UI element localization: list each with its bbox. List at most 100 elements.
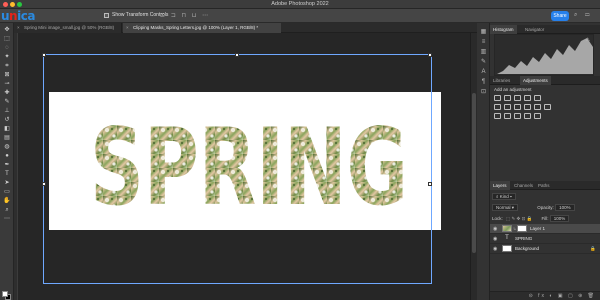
transform-handle-top-left[interactable]: [42, 53, 46, 57]
channel-mixer-icon[interactable]: [534, 104, 541, 110]
fill-field[interactable]: 100%: [549, 215, 570, 222]
tab-histogram[interactable]: Histogram: [490, 25, 517, 34]
tab-spring-mini[interactable]: × Spring Mini image_small.jpg @ 50% (RGB…: [14, 23, 122, 33]
transform-handle-right[interactable]: [428, 182, 432, 186]
color-balance-icon[interactable]: [504, 104, 511, 110]
right-panels: Histogram Navigator ⚠ Libraries Adjustme…: [490, 23, 600, 300]
paragraph-panel-icon[interactable]: ¶: [480, 79, 487, 86]
eyedropper-tool-icon[interactable]: ⊸: [3, 81, 11, 88]
healing-brush-tool-icon[interactable]: ✚: [3, 90, 11, 97]
blur-tool-icon[interactable]: ◍: [3, 144, 11, 151]
brand-logo: unica: [1, 9, 35, 23]
move-tool-icon[interactable]: ✥: [3, 27, 11, 34]
fill-value: 100%: [553, 216, 566, 221]
path-selection-tool-icon[interactable]: ➤: [3, 180, 11, 187]
lock-icons[interactable]: ⬚ ✎ ✥ ⊡ 🔒: [506, 216, 532, 221]
selective-color-icon[interactable]: [534, 113, 541, 119]
character-panel-icon[interactable]: A: [480, 69, 487, 76]
zoom-tool-icon[interactable]: ⌕: [3, 207, 11, 214]
vibrance-icon[interactable]: [534, 95, 541, 101]
visibility-eye-icon[interactable]: ◉: [493, 226, 497, 232]
tab-paths[interactable]: Paths: [535, 181, 553, 190]
share-button[interactable]: Share: [551, 11, 569, 21]
tab-clipping-masks[interactable]: × Clipping Masks_Spring Letters.jpg @ 10…: [123, 23, 281, 33]
swatches-panel-icon[interactable]: ▥: [480, 49, 487, 56]
invert-icon[interactable]: [494, 113, 501, 119]
lock-label: Lock:: [492, 216, 503, 221]
document-tabs: × Spring Mini image_small.jpg @ 50% (RGB…: [14, 23, 486, 33]
close-tab-icon[interactable]: ×: [126, 23, 129, 33]
history-brush-tool-icon[interactable]: ↺: [3, 117, 11, 124]
layers-lock-row: Lock: ⬚ ✎ ✥ ⊡ 🔒 Fill: 100%: [492, 215, 570, 222]
history-panel-icon[interactable]: ▦: [480, 29, 487, 36]
histogram-panel-tabs: Histogram Navigator: [490, 25, 600, 34]
dodge-tool-icon[interactable]: ●: [3, 153, 11, 160]
transform-bounding-box[interactable]: [42, 53, 432, 284]
search-icon[interactable]: ⌕ ▭: [574, 12, 593, 19]
layer-name: SPRING: [515, 236, 533, 241]
rectangle-tool-icon[interactable]: ▭: [3, 189, 11, 196]
blend-mode-select[interactable]: Normal ▾: [492, 204, 519, 211]
brightness-contrast-icon[interactable]: [494, 95, 501, 101]
curves-icon[interactable]: [514, 95, 521, 101]
text-layer-thumbnail: T: [505, 235, 509, 241]
layers-blend-row: Normal ▾ Opacity: 100%: [492, 204, 575, 211]
hand-tool-icon[interactable]: ✋: [3, 198, 11, 205]
transform-handle-top[interactable]: [235, 53, 239, 57]
posterize-icon[interactable]: [504, 113, 511, 119]
brush-panel-icon[interactable]: ✎: [480, 59, 487, 66]
layers-footer: ⊝ fx ◐ ▣ ▢ ⊕ 🗑: [490, 291, 600, 300]
layer-actions-icons[interactable]: ⊝ fx ◐ ▣ ▢ ⊕ 🗑: [529, 293, 596, 299]
exposure-icon[interactable]: [524, 95, 531, 101]
crop-tool-icon[interactable]: ⌗: [3, 63, 11, 70]
type-tool-icon[interactable]: T: [3, 171, 11, 178]
pen-tool-icon[interactable]: ✒: [3, 162, 11, 169]
scrollbar-thumb[interactable]: [472, 93, 476, 253]
tab-channels[interactable]: Channels: [511, 181, 536, 190]
opacity-field[interactable]: 100%: [555, 204, 575, 211]
eraser-tool-icon[interactable]: ◧: [3, 126, 11, 133]
layer-kind-filter[interactable]: ⌕ Kind ▾: [492, 193, 516, 200]
lasso-tool-icon[interactable]: ◌: [3, 45, 11, 52]
tab-navigator[interactable]: Navigator: [522, 25, 547, 34]
black-white-icon[interactable]: [514, 104, 521, 110]
layers-panel-tabs: Layers Channels Paths: [490, 181, 600, 190]
visibility-eye-icon[interactable]: ◉: [493, 236, 497, 242]
vertical-scrollbar[interactable]: [470, 33, 477, 300]
levels-icon[interactable]: [504, 95, 511, 101]
gradient-map-icon[interactable]: [524, 113, 531, 119]
align-icons[interactable]: ⊏ ⊐ ⊓ ⊔ ⋯: [160, 12, 210, 19]
photo-filter-icon[interactable]: [524, 104, 531, 110]
hue-saturation-icon[interactable]: [494, 104, 501, 110]
clone-stamp-tool-icon[interactable]: ⊥: [3, 108, 11, 115]
visibility-eye-icon[interactable]: ◉: [493, 246, 497, 252]
transform-handle-top-right[interactable]: [428, 53, 432, 57]
histogram-warning-icon[interactable]: ⚠: [586, 37, 590, 43]
foreground-color-swatch[interactable]: [2, 291, 8, 297]
frame-tool-icon[interactable]: ⊠: [3, 72, 11, 79]
histogram-graph: [497, 38, 593, 74]
brush-tool-icon[interactable]: ✎: [3, 99, 11, 106]
clip-link-icon: ↳: [513, 226, 517, 231]
show-transform-checkbox[interactable]: [104, 13, 109, 18]
gradient-tool-icon[interactable]: ▤: [3, 135, 11, 142]
color-lookup-icon[interactable]: [544, 104, 551, 110]
transform-handle-left[interactable]: [42, 182, 46, 186]
close-tab-icon[interactable]: ×: [17, 23, 20, 33]
options-bar: unica Show Transform Controls ⊏ ⊐ ⊓ ⊔ ⋯ …: [0, 9, 600, 23]
tab-adjustments[interactable]: Adjustments: [520, 76, 551, 85]
tab-label: Clipping Masks_Spring Letters.jpg @ 100%…: [133, 25, 259, 30]
layer-row-background[interactable]: ◉ Background 🔒: [490, 244, 600, 254]
magic-wand-tool-icon[interactable]: ✦: [3, 54, 11, 61]
histogram-panel: ⚠: [494, 34, 594, 76]
properties-panel-icon[interactable]: ≡: [480, 39, 487, 46]
tab-layers[interactable]: Layers: [490, 181, 510, 190]
layer-row-layer-1[interactable]: ◉ ↳ Layer 1: [490, 224, 600, 234]
marquee-tool-icon[interactable]: ⬚: [3, 36, 11, 43]
layer-row-spring[interactable]: ◉ T SPRING: [490, 234, 600, 244]
threshold-icon[interactable]: [514, 113, 521, 119]
glyphs-panel-icon[interactable]: ⊡: [480, 89, 487, 96]
adjustments-panel-tabs: Libraries Adjustments: [490, 76, 600, 85]
tab-libraries[interactable]: Libraries: [490, 76, 513, 85]
more-tools-icon[interactable]: ⋯: [3, 216, 11, 223]
